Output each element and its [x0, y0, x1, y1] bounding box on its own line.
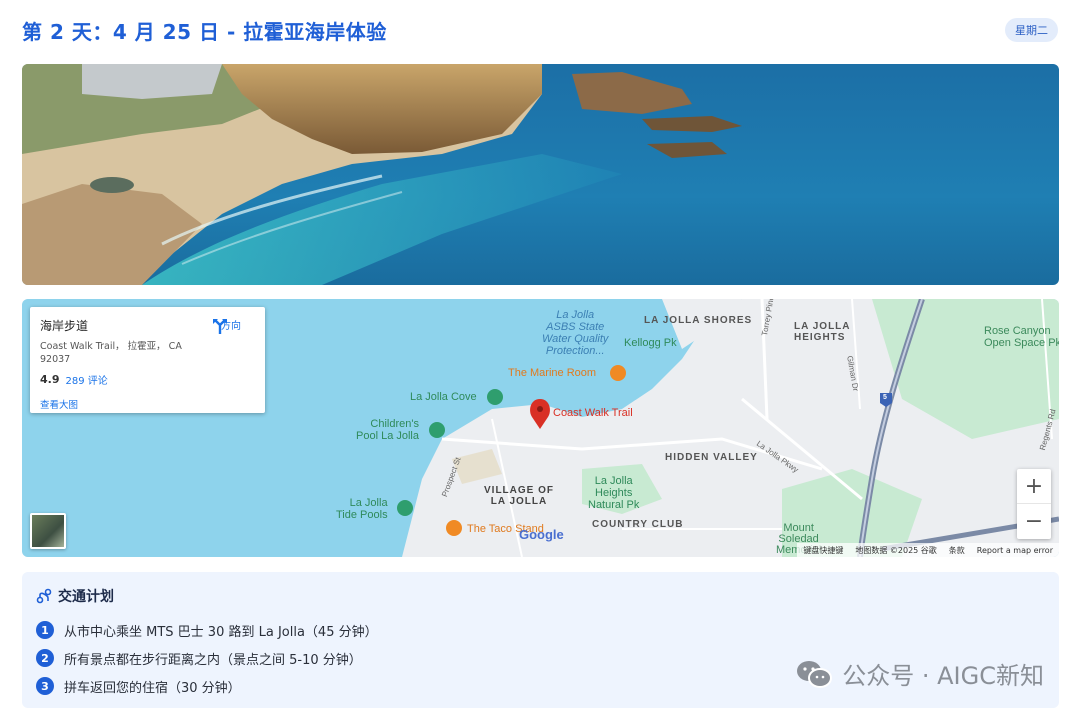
hidden-valley-label: HIDDEN VALLEY: [665, 452, 758, 463]
zoom-in-button[interactable]: +: [1017, 469, 1051, 504]
place-address: Coast Walk Trail， 拉霍亚， CA 92037: [40, 341, 182, 365]
reviews-link[interactable]: 289 评论: [66, 372, 108, 387]
weekday-badge: 星期二: [1005, 18, 1058, 42]
map-data-credit: 地图数据 ©2025 谷歌: [855, 545, 937, 555]
step-text: 所有景点都在步行距离之内（景点之间 5-10 分钟）: [64, 652, 362, 668]
asbs-label: La Jolla ASBS State Water Quality Protec…: [542, 309, 609, 357]
zoom-out-button[interactable]: −: [1017, 504, 1051, 539]
village-label: VILLAGE OF LA JOLLA: [484, 485, 554, 507]
terms-link[interactable]: 条款: [949, 545, 965, 556]
step-text: 拼车返回您的住宿（30 分钟）: [64, 680, 241, 696]
transit-step: 1 从市中心乘坐 MTS 巴士 30 路到 La Jolla（45 分钟）: [36, 616, 1045, 644]
heights-park-label: La Jolla Heights Natural Pk: [588, 475, 640, 511]
directions-button[interactable]: 方向: [211, 317, 251, 334]
transit-header: 交通计划: [36, 586, 1045, 606]
day-header: 第 2 天：4 月 25 日 - 拉霍亚海岸体验 星期二: [22, 14, 1058, 46]
rating-value: 4.9: [40, 373, 60, 386]
coast-walk-trail-label[interactable]: Coast Walk Trail: [553, 407, 633, 419]
day-title: 第 2 天：4 月 25 日 - 拉霍亚海岸体验: [22, 19, 387, 44]
keyboard-shortcuts-link[interactable]: 键盘快捷键: [803, 545, 843, 556]
la-jolla-heights-label: LA JOLLA HEIGHTS: [794, 321, 851, 343]
satellite-toggle-thumbnail[interactable]: [30, 513, 66, 549]
rose-canyon-label: Rose Canyon Open Space Pk: [984, 325, 1059, 349]
directions-icon: [213, 319, 227, 334]
itinerary-day-page: 第 2 天：4 月 25 日 - 拉霍亚海岸体验 星期二 La Jolla AS…: [0, 0, 1080, 715]
kellogg-park-label: Kellogg Pk: [624, 337, 677, 349]
view-larger-map-link[interactable]: 查看大图: [40, 397, 255, 411]
watermark-text: 公众号 · AIGC新知: [842, 662, 1044, 690]
map-attribution-bar: 键盘快捷键 地图数据 ©2025 谷歌 条款 Report a map erro…: [797, 543, 1059, 557]
location-map[interactable]: La Jolla ASBS State Water Quality Protec…: [22, 299, 1059, 557]
rating-row: 4.9 289 评论: [40, 372, 255, 387]
la-jolla-cove-label[interactable]: La Jolla Cove: [410, 391, 477, 403]
marine-room-label[interactable]: The Marine Room: [508, 367, 596, 379]
step-text: 从市中心乘坐 MTS 巴士 30 路到 La Jolla（45 分钟）: [64, 624, 378, 640]
childrens-pool-label[interactable]: Children's Pool La Jolla: [356, 418, 419, 442]
tide-pools-label[interactable]: La Jolla Tide Pools: [336, 497, 388, 521]
step-number: 1: [36, 621, 54, 639]
country-club-label: COUNTRY CLUB: [592, 519, 684, 530]
place-info-card: 海岸步道 Coast Walk Trail， 拉霍亚， CA 92037 4.9…: [30, 307, 265, 413]
google-logo: Google: [519, 527, 564, 542]
zoom-controls: + −: [1017, 469, 1051, 539]
transit-title: 交通计划: [58, 589, 114, 605]
report-error-link[interactable]: Report a map error: [977, 546, 1053, 555]
interstate-5-shield: 5: [883, 394, 887, 401]
step-number: 2: [36, 649, 54, 667]
coastline-photo: [22, 64, 1059, 285]
step-number: 3: [36, 677, 54, 695]
la-jolla-shores-label: LA JOLLA SHORES: [644, 315, 753, 326]
route-icon: [36, 588, 52, 604]
wechat-watermark: 公众号 · AIGC新知: [794, 656, 1044, 691]
wechat-icon: [797, 660, 833, 688]
